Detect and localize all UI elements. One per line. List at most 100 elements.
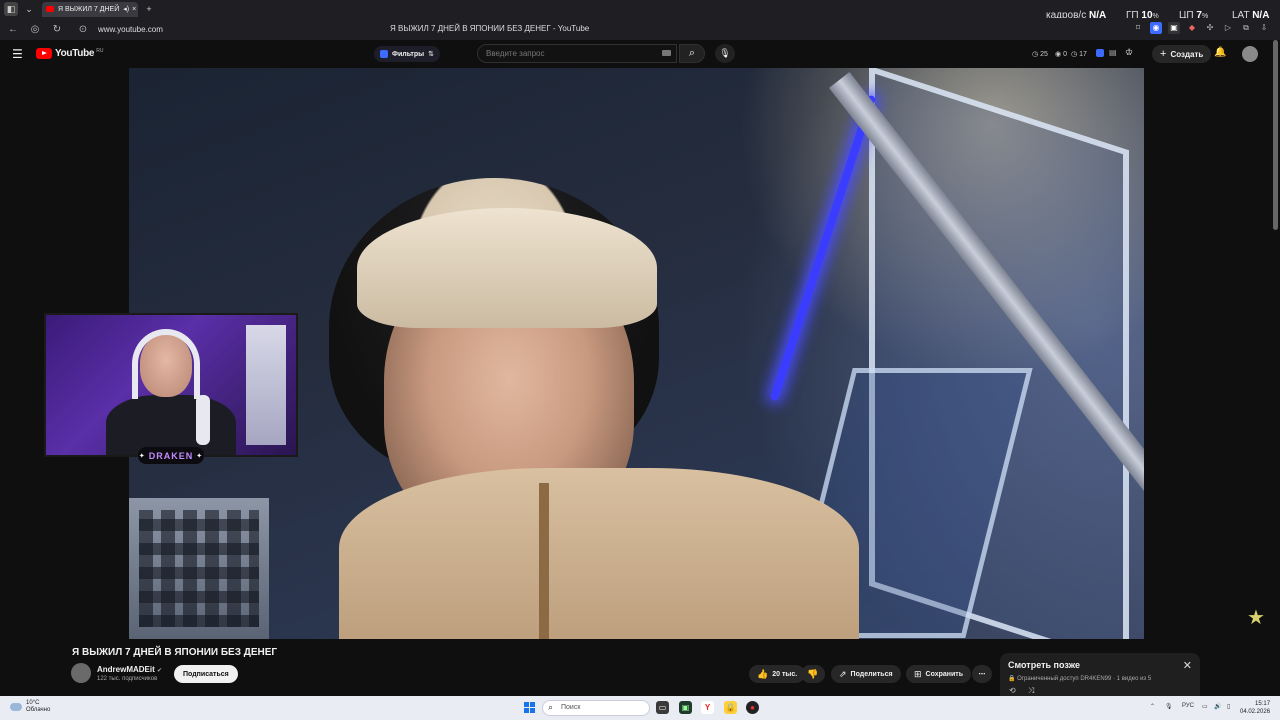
volume-icon[interactable]: 🔊 (1214, 703, 1221, 710)
lock-small-icon: 🔒 (1008, 676, 1016, 682)
region-label: RU (96, 47, 104, 54)
stat-c: 17 (1079, 51, 1087, 58)
battery-icon[interactable]: ▯ (1227, 703, 1230, 710)
window-menu-icon[interactable]: ◧ (4, 2, 18, 16)
save-button[interactable]: ⊞ Сохранить (906, 665, 972, 683)
channel-name-text: AndrewMADEit (97, 665, 155, 674)
extension-icon-blue[interactable]: ◉ (1150, 22, 1162, 34)
star-icon[interactable]: ★ (1245, 607, 1267, 629)
weather-widget[interactable]: 10°C Облачно (10, 700, 50, 714)
create-button[interactable]: + Создать (1152, 45, 1212, 63)
close-tab-icon[interactable]: × (132, 6, 136, 13)
extension-icon-color[interactable]: ◆ (1186, 22, 1198, 34)
account-avatar[interactable] (1242, 46, 1258, 62)
voice-search-button[interactable]: 🎙 (715, 44, 735, 63)
task-view-icon[interactable]: ▭ (656, 701, 669, 714)
notifications-bell-icon[interactable]: 🔔 (1214, 47, 1226, 58)
yandex-browser-icon[interactable]: Y (701, 701, 714, 714)
search-button[interactable]: ⌕ (679, 44, 705, 63)
header-stat-clock: ◷ 25 (1032, 51, 1048, 58)
streamer-facecam (44, 313, 298, 457)
reload-icon[interactable]: ↻ (48, 20, 66, 38)
save-label: Сохранить (925, 670, 964, 678)
share-button[interactable]: ⇗ Поделиться (831, 665, 901, 683)
channel-name[interactable]: AndrewMADEit ✔ (97, 665, 162, 674)
watch-later-panel: Смотреть позже 🔒 Ограниченный доступ DR4… (1000, 653, 1200, 696)
video-frame-building (129, 498, 269, 639)
mic-tray-icon[interactable]: 🎙 (1165, 703, 1173, 710)
download-icon[interactable]: ⇩ (1258, 22, 1270, 34)
lock-app-icon[interactable]: 🔒 (724, 701, 737, 714)
terminal-app-icon[interactable]: ▣ (679, 701, 692, 714)
channel-avatar[interactable] (71, 663, 91, 683)
video-title: Я ВЫЖИЛ 7 ДНЕЙ В ЯПОНИИ БЕЗ ДЕНЕГ (72, 647, 278, 658)
clock-date: 04.02.2026 (1240, 709, 1271, 715)
youtube-logo[interactable]: YouTube RU (36, 48, 103, 59)
repeat-icon[interactable]: ⟲ (1009, 686, 1016, 695)
lock-icon: ⊙ (78, 23, 88, 35)
facecam-light (246, 325, 286, 445)
video-frame-zipper (539, 483, 549, 639)
subscriber-count: 122 тыс. подписчиков (97, 676, 158, 682)
like-count: 20 тыс. (772, 670, 798, 678)
header-stat-c: ◷ 17 (1071, 51, 1087, 58)
collections-icon[interactable]: ⧉ (1240, 22, 1252, 34)
video-frame-beanie (357, 208, 657, 328)
shield-icon[interactable]: ◎ (26, 20, 44, 38)
grid-icon[interactable]: ▤ (1109, 48, 1117, 57)
shuffle-icon[interactable]: ⤨ (1028, 686, 1034, 696)
badge-text: DRAKEN (148, 450, 194, 461)
close-icon[interactable]: ✕ (1183, 659, 1192, 672)
back-arrow-icon[interactable]: ← (4, 20, 22, 38)
thumbs-down-icon: 👎 (807, 668, 819, 679)
tray-chevron-icon[interactable]: ⌃ (1150, 703, 1155, 710)
watch-later-subtitle-text: Ограниченный доступ DR4KEN99 · 1 видео и… (1017, 676, 1152, 682)
watch-later-title[interactable]: Смотреть позже (1008, 660, 1080, 670)
subscribe-button[interactable]: Подписаться (174, 665, 238, 683)
badge-star-left: ✦ (138, 452, 146, 460)
hamburger-menu-icon[interactable]: ☰ (12, 47, 23, 61)
filter-extension-icon (380, 50, 388, 58)
chevron-down-icon[interactable]: ⌄ (22, 2, 36, 16)
stat-a: 25 (1040, 51, 1048, 58)
extension-icon-mask[interactable]: ▣ (1168, 22, 1180, 34)
share-label: Поделиться (850, 670, 893, 678)
page-title: Я ВЫЖИЛ 7 ДНЕЙ В ЯПОНИИ БЕЗ ДЕНЕГ - YouT… (390, 24, 590, 33)
dislike-button[interactable]: 👎 (801, 665, 825, 683)
browser-tab-active[interactable]: Я ВЫЖИЛ 7 ДНЕЙ ◂) × (42, 1, 138, 17)
puzzle-icon[interactable]: ✣ (1204, 22, 1216, 34)
trophy-icon[interactable]: ♔ (1125, 47, 1133, 58)
more-actions-button[interactable]: ⋯ (972, 665, 992, 683)
taskbar-clock[interactable]: 15:17 04.02.2026 (1240, 700, 1270, 716)
microphone-icon (196, 395, 210, 445)
new-tab-button[interactable]: + (142, 2, 156, 16)
bookmark-icon[interactable]: ⌑ (1132, 22, 1144, 34)
filters-button[interactable]: Фильтры ⇅ (374, 46, 440, 62)
verified-icon: ✔ (157, 668, 163, 674)
weather-text: 10°C Облачно (26, 700, 50, 714)
taskbar-search-input[interactable]: Поиск (542, 700, 650, 716)
like-button[interactable]: 👍 20 тыс. (749, 665, 806, 683)
weather-temp: 10°C (26, 700, 40, 706)
filters-label: Фильтры (392, 50, 425, 58)
audio-icon[interactable]: ◂) (123, 5, 129, 13)
keyboard-icon[interactable] (662, 50, 671, 56)
clock-time: 15:17 (1255, 701, 1271, 707)
play-icon[interactable]: ▷ (1222, 22, 1234, 34)
tab-title: Я ВЫЖИЛ 7 ДНЕЙ (58, 5, 120, 13)
mic-icon: 🎙 (719, 48, 731, 58)
extension-icon-small[interactable] (1096, 49, 1104, 57)
badge-star-right: ✦ (196, 452, 204, 460)
obs-app-icon[interactable]: ● (746, 701, 759, 714)
browser-address-bar: ← ◎ ↻ ⊙ www.youtube.com (0, 18, 1280, 40)
cloud-icon (10, 703, 22, 711)
share-icon: ⇗ (839, 668, 847, 679)
network-icon[interactable]: ▭ (1202, 703, 1208, 710)
language-indicator[interactable]: РУС (1182, 703, 1194, 709)
header-stat-b: ◉ 0 (1055, 51, 1067, 58)
weather-condition: Облачно (26, 707, 51, 713)
windows-start-icon[interactable] (524, 702, 535, 713)
page-scrollbar[interactable] (1273, 40, 1278, 230)
search-input[interactable]: Введите запрос (477, 44, 677, 63)
url-text[interactable]: www.youtube.com (98, 25, 163, 34)
